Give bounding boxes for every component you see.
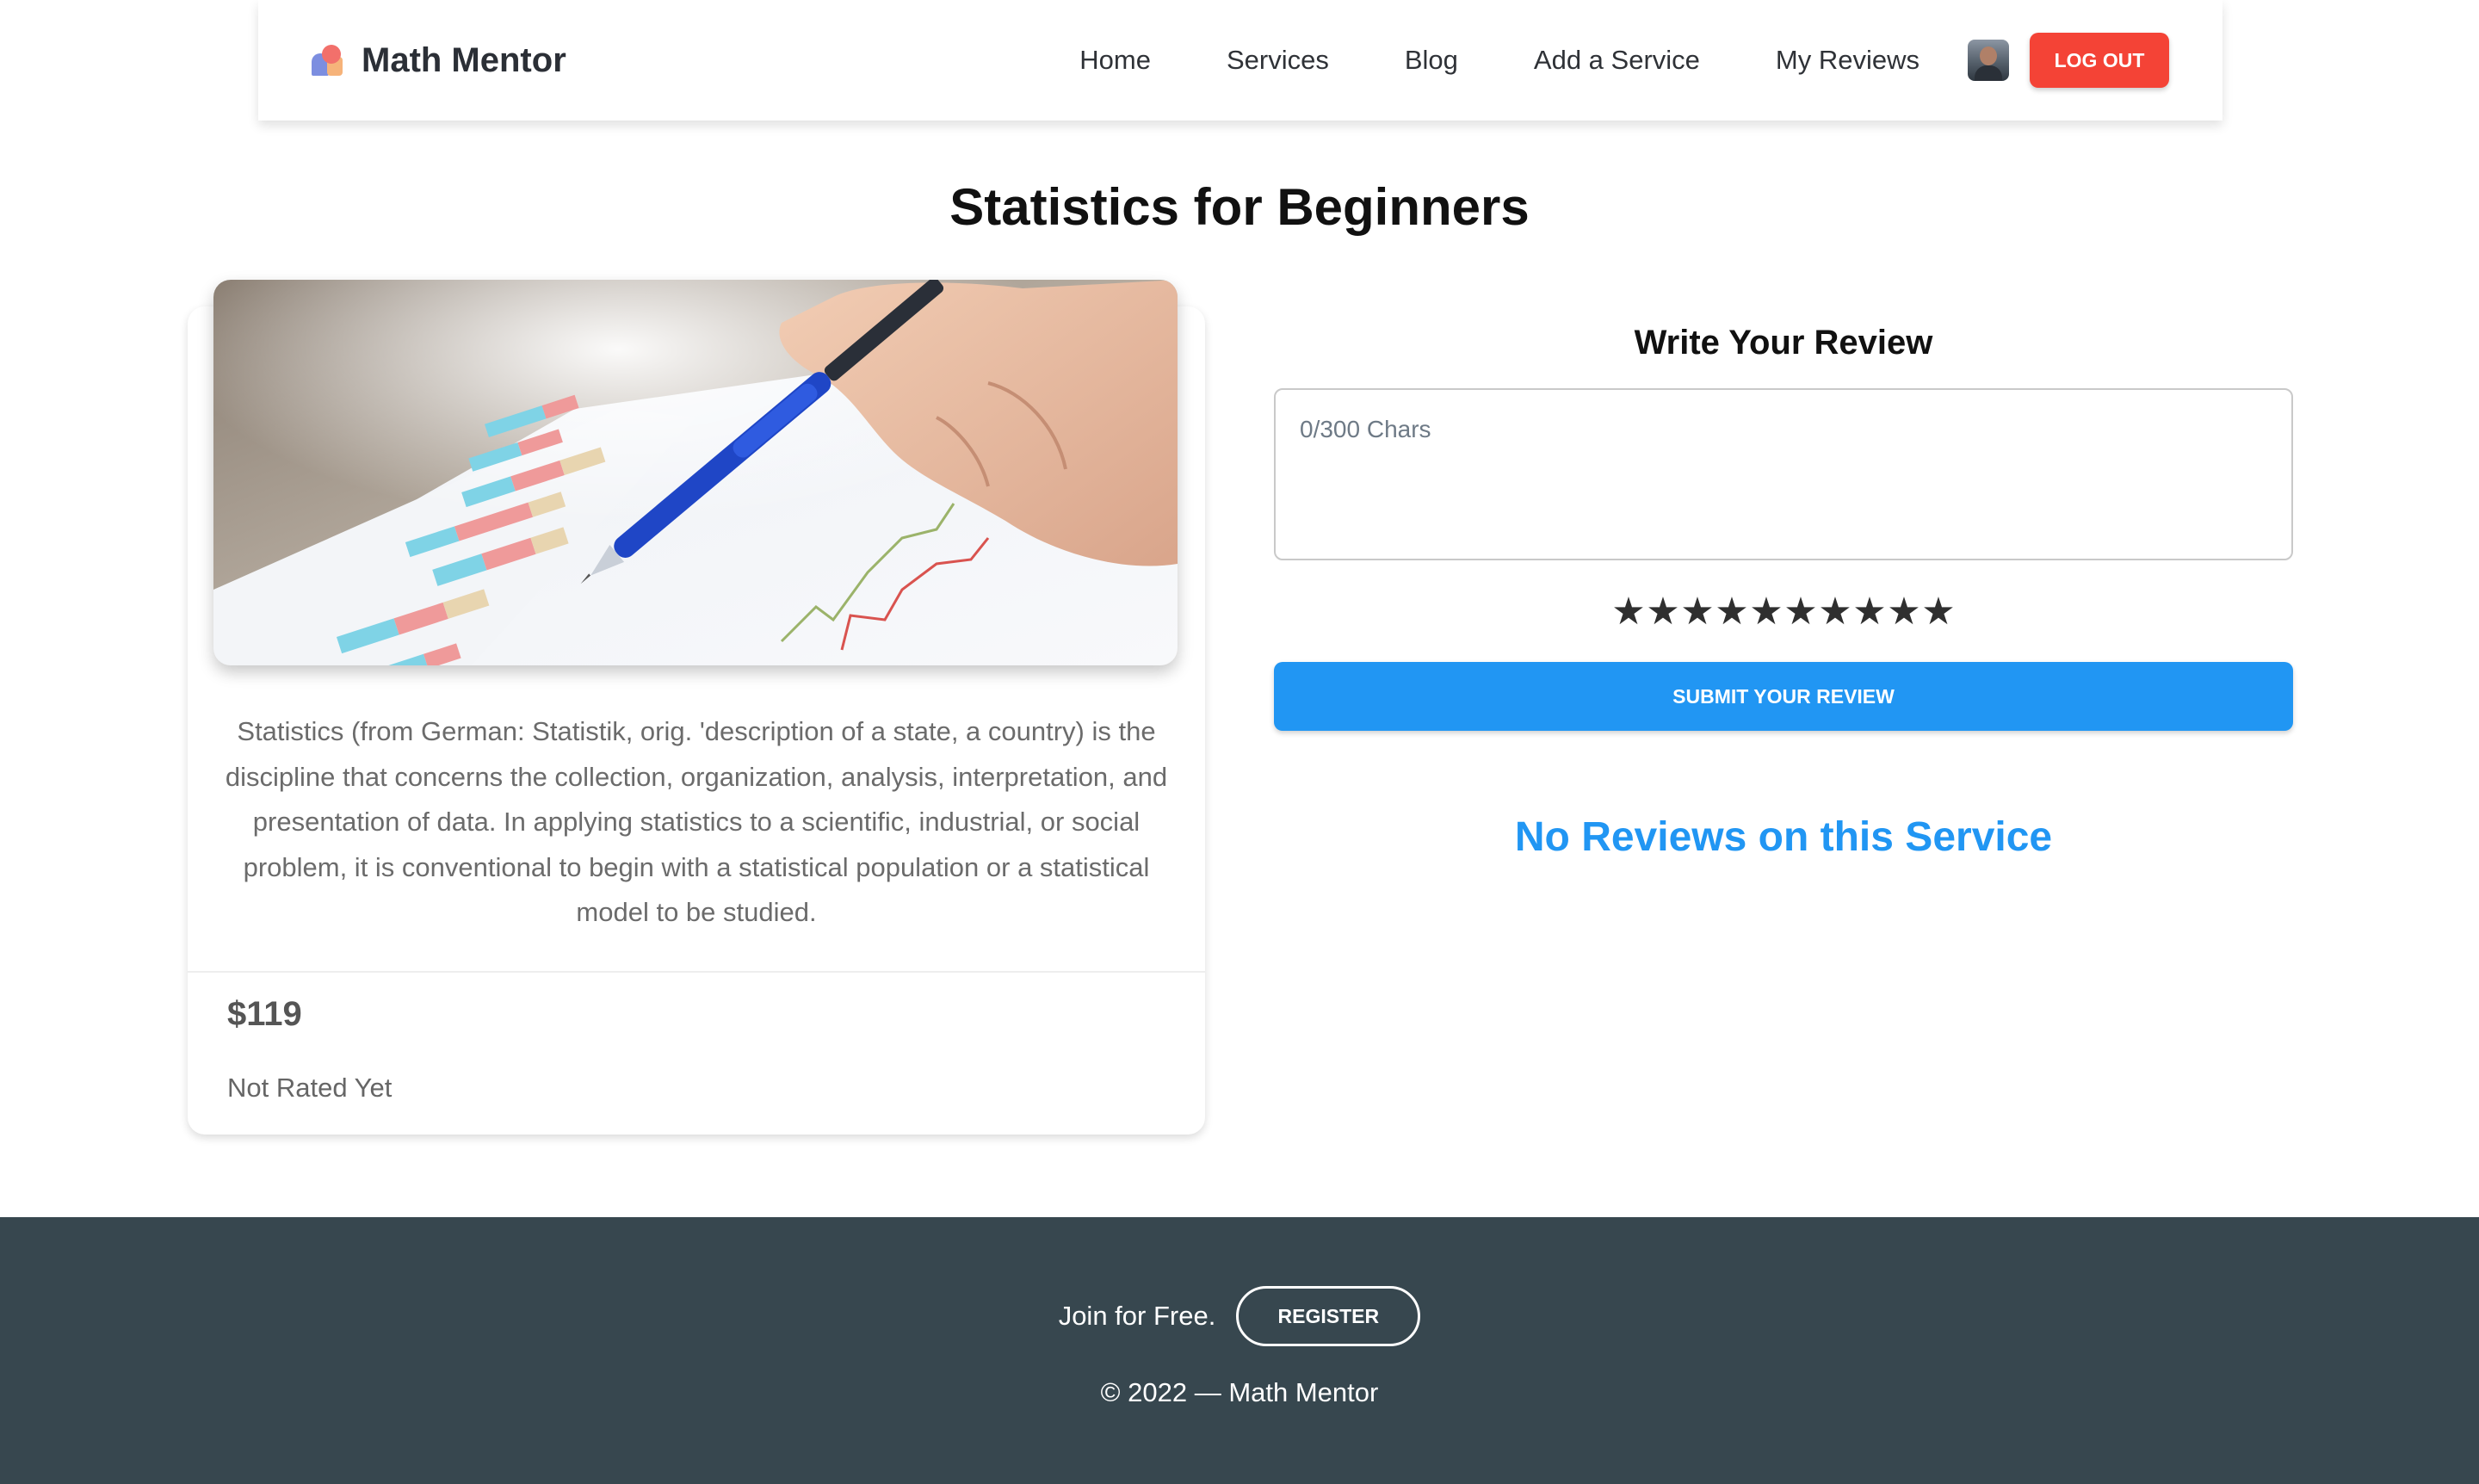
logo-icon <box>312 45 343 76</box>
star-icon[interactable]: ★ <box>1818 593 1852 631</box>
page-title: Statistics for Beginners <box>949 178 1530 236</box>
star-icon[interactable]: ★ <box>1646 593 1680 631</box>
brand[interactable]: Math Mentor <box>312 41 566 80</box>
nav-link-add-service[interactable]: Add a Service <box>1534 45 1700 76</box>
star-icon[interactable]: ★ <box>1680 593 1715 631</box>
star-rating: ★ ★ ★ ★ ★ ★ ★ ★ ★ ★ <box>1274 593 2293 631</box>
star-icon[interactable]: ★ <box>1887 593 1921 631</box>
copyright: © 2022 — Math Mentor <box>1100 1377 1379 1407</box>
service-card: Statistics (from German: Statistik, orig… <box>188 280 1205 1135</box>
user-avatar[interactable] <box>1968 40 2009 81</box>
nav-link-home[interactable]: Home <box>1079 45 1151 76</box>
register-button[interactable]: REGISTER <box>1236 1286 1421 1346</box>
review-heading: Write Your Review <box>1634 324 1933 362</box>
join-row: Join for Free. REGISTER <box>0 1286 2479 1346</box>
nav-link-services[interactable]: Services <box>1227 45 1329 76</box>
review-textarea[interactable] <box>1274 388 2293 560</box>
star-icon[interactable]: ★ <box>1784 593 1818 631</box>
nav-link-my-reviews[interactable]: My Reviews <box>1776 45 1920 76</box>
star-icon[interactable]: ★ <box>1852 593 1887 631</box>
service-rating: Not Rated Yet <box>227 1073 393 1103</box>
service-price: $119 <box>227 995 302 1033</box>
service-image <box>213 280 1178 665</box>
navbar: Math Mentor Home Services Blog Add a Ser… <box>258 0 2222 121</box>
logout-button[interactable]: LOG OUT <box>2030 33 2169 88</box>
brand-name[interactable]: Math Mentor <box>362 41 566 80</box>
star-icon[interactable]: ★ <box>1921 593 1956 631</box>
no-reviews-message: No Reviews on this Service <box>1514 814 2053 860</box>
submit-review-button[interactable]: SUBMIT YOUR REVIEW <box>1274 662 2293 731</box>
star-icon[interactable]: ★ <box>1715 593 1749 631</box>
nav-links: Home Services Blog Add a Service My Revi… <box>1079 45 1920 76</box>
service-description: Statistics (from German: Statistik, orig… <box>225 716 1168 927</box>
join-text: Join for Free. <box>1058 1301 1216 1331</box>
footer: Join for Free. REGISTER © 2022 — Math Me… <box>0 1217 2479 1484</box>
card-divider <box>188 971 1205 973</box>
nav-link-blog[interactable]: Blog <box>1405 45 1458 76</box>
star-icon[interactable]: ★ <box>1749 593 1784 631</box>
page: Math Mentor Home Services Blog Add a Ser… <box>0 0 2479 1484</box>
star-icon[interactable]: ★ <box>1611 593 1646 631</box>
review-section: Write Your Review ★ ★ ★ ★ ★ ★ ★ ★ ★ ★ SU… <box>1274 306 2293 861</box>
